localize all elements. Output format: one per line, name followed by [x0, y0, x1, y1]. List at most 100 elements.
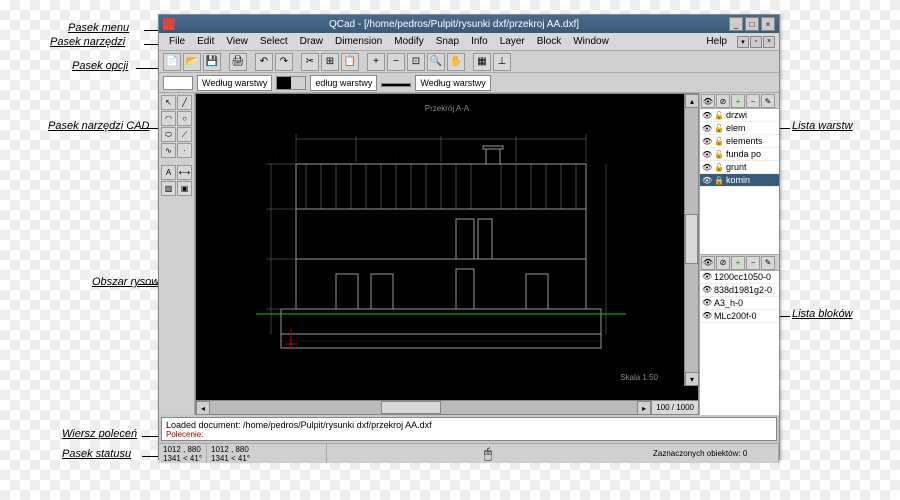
lineweight-swatch[interactable]	[381, 83, 411, 87]
annotation-cmdline: Wiersz poleceń	[62, 428, 137, 440]
drawing-canvas[interactable]: Przekrój A-A Skala 1:50	[196, 94, 698, 400]
polyline-tool[interactable]: ⟋	[177, 127, 192, 142]
mouse-hint-icon: 🖱	[327, 445, 649, 462]
block-edit-button[interactable]: ✎	[761, 256, 775, 270]
block-name: MLc200f-0	[714, 311, 757, 321]
maximize-button[interactable]: □	[745, 17, 759, 31]
block-item[interactable]: 👁A3_h-0	[700, 297, 779, 310]
scroll-up-button[interactable]: ▴	[685, 94, 698, 108]
minimize-button[interactable]: _	[729, 17, 743, 31]
cut-button[interactable]: ✂	[301, 53, 319, 71]
hatch-tool[interactable]: ▨	[161, 181, 176, 196]
layer-item[interactable]: 👁🔓elem	[700, 122, 779, 135]
drawing-canvas-wrap: Przekrój A-A Skala 1:50	[195, 93, 699, 415]
layer-name: elem	[726, 123, 746, 133]
zoom-in-button[interactable]: +	[367, 53, 385, 71]
menu-block[interactable]: Block	[531, 34, 567, 49]
layer-select[interactable]: Według warstwy	[197, 75, 272, 91]
lineweight-select[interactable]: Według warstwy	[415, 75, 490, 91]
horizontal-scrollbar[interactable]: ◂ ▸ 100 / 1000	[196, 400, 698, 414]
layer-hide-all-button[interactable]: ⊘	[716, 94, 730, 108]
layer-item[interactable]: 👁🔓grunt	[700, 161, 779, 174]
grid-button[interactable]: ▦	[473, 53, 491, 71]
block-show-button[interactable]: 👁	[701, 256, 715, 270]
layer-item[interactable]: 👁🔓elements	[700, 135, 779, 148]
block-item[interactable]: 👁MLc200f-0	[700, 310, 779, 323]
block-item[interactable]: 👁838d1981g2-0	[700, 284, 779, 297]
layer-remove-button[interactable]: −	[746, 94, 760, 108]
redo-button[interactable]: ↷	[275, 53, 293, 71]
undo-button[interactable]: ↶	[255, 53, 273, 71]
menu-select[interactable]: Select	[254, 34, 294, 49]
layer-name: elements	[726, 136, 763, 146]
lock-icon: 🔒	[714, 176, 724, 185]
block-name: 1200cc1050-0	[714, 272, 771, 282]
status-selection: Zaznaczonych obiektów: 0	[649, 444, 779, 463]
menu-snap[interactable]: Snap	[430, 34, 465, 49]
block-hide-button[interactable]: ⊘	[716, 256, 730, 270]
point-tool[interactable]: ·	[177, 143, 192, 158]
layer-show-all-button[interactable]: 👁	[701, 94, 715, 108]
zoom-window-button[interactable]: 🔍	[427, 53, 445, 71]
menu-dimension[interactable]: Dimension	[329, 34, 388, 49]
block-remove-button[interactable]: −	[746, 256, 760, 270]
layer-item[interactable]: 👁🔒komin	[700, 174, 779, 187]
open-button[interactable]: 📂	[183, 53, 201, 71]
circle-tool[interactable]: ○	[177, 111, 192, 126]
ellipse-tool[interactable]: ⬭	[161, 127, 176, 142]
color-swatch[interactable]	[163, 76, 193, 90]
layer-item[interactable]: 👁🔓funda po	[700, 148, 779, 161]
eye-icon: 👁	[702, 272, 712, 281]
text-tool[interactable]: A	[161, 165, 176, 180]
line-tool[interactable]: ╱	[177, 95, 192, 110]
menu-draw[interactable]: Draw	[294, 34, 329, 49]
zoom-fit-button[interactable]: ⊡	[407, 53, 425, 71]
menu-file[interactable]: File	[163, 34, 191, 49]
layer-name: funda po	[726, 149, 761, 159]
layer-edit-button[interactable]: ✎	[761, 94, 775, 108]
doc-minimize-button[interactable]: ▾	[737, 36, 749, 48]
scroll-right-button[interactable]: ▸	[637, 401, 651, 415]
annotation-toolbar: Pasek narzędzi	[50, 36, 125, 48]
menu-modify[interactable]: Modify	[388, 34, 429, 49]
menu-view[interactable]: View	[220, 34, 254, 49]
close-button[interactable]: ×	[761, 17, 775, 31]
right-panels: 👁 ⊘ + − ✎ 👁🔓drzwi 👁🔓elem 👁🔓elements 👁🔓fu…	[699, 93, 779, 415]
layer-item[interactable]: 👁🔓drzwi	[700, 109, 779, 122]
annotation-block-list: Lista bloków	[792, 308, 853, 320]
scroll-left-button[interactable]: ◂	[196, 401, 210, 415]
linetype-swatch[interactable]	[276, 76, 306, 90]
spline-tool[interactable]: ∿	[161, 143, 176, 158]
copy-button[interactable]: ⊞	[321, 53, 339, 71]
image-tool[interactable]: ▣	[177, 181, 192, 196]
doc-close-button[interactable]: ×	[763, 36, 775, 48]
scroll-down-button[interactable]: ▾	[685, 372, 698, 386]
menu-info[interactable]: Info	[465, 34, 494, 49]
block-item[interactable]: 👁1200cc1050-0	[700, 271, 779, 284]
zoom-out-button[interactable]: −	[387, 53, 405, 71]
ortho-button[interactable]: ⊥	[493, 53, 511, 71]
layer-add-button[interactable]: +	[731, 94, 745, 108]
menu-window[interactable]: Window	[567, 34, 615, 49]
titlebar[interactable]: QCad - [/home/pedros/Pulpit/rysunki dxf/…	[159, 15, 779, 33]
vertical-scrollbar[interactable]: ▴ ▾	[684, 94, 698, 386]
command-line[interactable]: Loaded document: /home/pedros/Pulpit/rys…	[161, 417, 777, 441]
menubar: File Edit View Select Draw Dimension Mod…	[159, 33, 779, 51]
dimension-tool[interactable]: ⟷	[177, 165, 192, 180]
arc-tool[interactable]: ◠	[161, 111, 176, 126]
pan-button[interactable]: ✋	[447, 53, 465, 71]
menu-edit[interactable]: Edit	[191, 34, 220, 49]
new-button[interactable]: 📄	[163, 53, 181, 71]
linetype-select[interactable]: edług warstwy	[310, 75, 377, 91]
doc-restore-button[interactable]: ▫	[750, 36, 762, 48]
status-bar: 1012 , 8801341 < 41° 1012 , 8801341 < 41…	[159, 443, 779, 463]
scroll-thumb-v[interactable]	[685, 214, 698, 264]
scroll-thumb-h[interactable]	[381, 401, 441, 414]
save-button[interactable]: 💾	[203, 53, 221, 71]
menu-layer[interactable]: Layer	[494, 34, 531, 49]
print-button[interactable]: 🖨	[229, 53, 247, 71]
menu-help[interactable]: Help	[700, 34, 733, 49]
paste-button[interactable]: 📋	[341, 53, 359, 71]
block-add-button[interactable]: +	[731, 256, 745, 270]
pointer-tool[interactable]: ↖	[161, 95, 176, 110]
